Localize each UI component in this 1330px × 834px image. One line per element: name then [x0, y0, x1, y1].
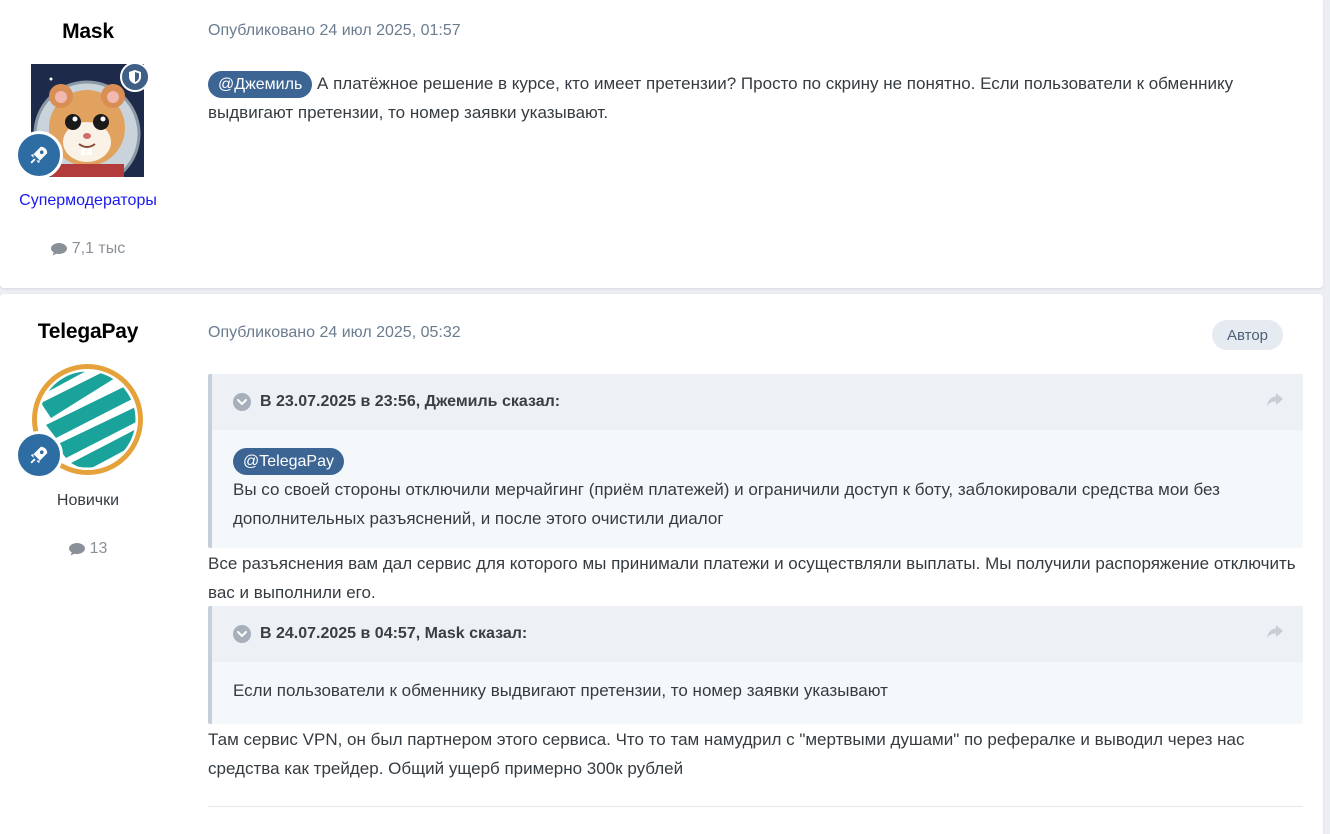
quote-citation: В 24.07.2025 в 04:57, Mask сказал:	[260, 625, 528, 642]
comment-icon	[50, 243, 67, 256]
comment-icon	[68, 543, 85, 556]
author-name[interactable]: TelegaPay	[0, 320, 176, 344]
moderator-badge	[120, 62, 150, 92]
quote-block: В 23.07.2025 в 23:56, Джемиль сказал: @T…	[208, 374, 1303, 548]
chevron-down-icon[interactable]	[233, 393, 251, 411]
reply-text: Там сервис VPN, он был партнером этого с…	[208, 730, 1245, 778]
post-telegapay: TelegaPay Новички 13 Опубликовано 24 июл…	[0, 294, 1323, 834]
shield-icon	[129, 70, 141, 84]
post-content: @Джемиль А платёжное решение в курсе, кт…	[208, 69, 1303, 127]
post-count-value: 13	[89, 540, 108, 557]
mention-link[interactable]: @Джемиль	[208, 71, 313, 98]
author-badge: Автор	[1211, 320, 1283, 350]
rocket-icon	[30, 446, 48, 464]
quote-text: Вы со своей стороны отключили мерчайгинг…	[233, 480, 1220, 528]
mention-link[interactable]: @TelegaPay	[233, 448, 344, 475]
quote-text: Если пользователи к обменнику выдвигают …	[233, 681, 888, 700]
quote-header[interactable]: В 23.07.2025 в 23:56, Джемиль сказал:	[212, 374, 1303, 430]
post-text: А платёжное решение в курсе, кто имеет п…	[208, 74, 1234, 122]
rank-badge	[15, 131, 63, 179]
rocket-icon	[30, 146, 48, 164]
post-mask: Mask Супермодераторы 7,1 тыс Опубликован…	[0, 0, 1323, 288]
post-count-value: 7,1 тыс	[71, 240, 126, 257]
post-count: 7,1 тыс	[0, 240, 176, 258]
post-divider	[208, 806, 1303, 807]
post-date[interactable]: Опубликовано 24 июл 2025, 01:57	[208, 22, 461, 40]
share-icon[interactable]	[1267, 625, 1283, 639]
reply-text: Все разъяснения вам дал сервис для котор…	[208, 554, 1296, 602]
user-group: Новички	[56, 492, 120, 509]
quote-body: Если пользователи к обменнику выдвигают …	[212, 662, 1303, 705]
post-date[interactable]: Опубликовано 24 июл 2025, 05:32	[208, 324, 461, 342]
quote-body: @TelegaPay Вы со своей стороны отключили…	[212, 430, 1303, 533]
quote-block: В 24.07.2025 в 04:57, Mask сказал: Если …	[208, 606, 1303, 724]
share-icon[interactable]	[1267, 393, 1283, 407]
user-group: Супермодераторы	[19, 192, 157, 209]
post-count: 13	[0, 540, 176, 558]
rank-badge	[15, 431, 63, 479]
quote-header[interactable]: В 24.07.2025 в 04:57, Mask сказал:	[212, 606, 1303, 662]
author-name[interactable]: Mask	[0, 20, 176, 44]
quote-citation: В 23.07.2025 в 23:56, Джемиль сказал:	[260, 393, 561, 410]
chevron-down-icon[interactable]	[233, 625, 251, 643]
